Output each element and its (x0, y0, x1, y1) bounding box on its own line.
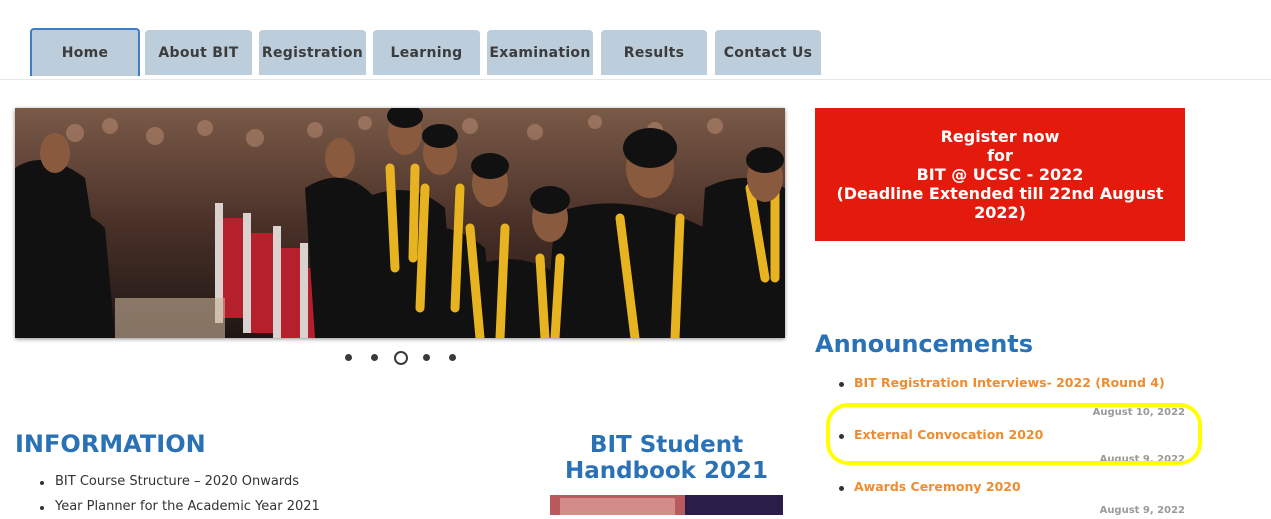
information-heading: INFORMATION (15, 430, 206, 458)
announcements-heading: Announcements (815, 330, 1034, 358)
bullet-icon (40, 506, 44, 510)
bullet-icon (40, 481, 44, 485)
tab-about-bit[interactable]: About BIT (145, 30, 252, 75)
handbook-cover-image[interactable] (550, 495, 783, 515)
register-line-2: for (987, 146, 1013, 165)
handbook-cover-graphic (550, 495, 783, 515)
hero-slider[interactable] (15, 108, 785, 338)
slider-dot-4[interactable] (423, 354, 430, 361)
announcement-link[interactable]: BIT Registration Interviews- 2022 (Round… (854, 375, 1165, 390)
tab-registration[interactable]: Registration (259, 30, 366, 75)
handbook-title-line-1: BIT Student (589, 432, 744, 458)
tab-results[interactable]: Results (601, 30, 707, 75)
handbook-heading: BIT Student Handbook 2021 (550, 432, 783, 484)
register-line-3: BIT @ UCSC - 2022 (916, 165, 1084, 184)
tab-contact-us[interactable]: Contact Us (715, 30, 821, 75)
slider-dot-3[interactable] (394, 351, 408, 365)
graduation-photo (15, 108, 785, 338)
tab-home[interactable]: Home (30, 28, 140, 76)
slider-dot-1[interactable] (345, 354, 352, 361)
tab-examination[interactable]: Examination (487, 30, 593, 75)
information-link[interactable]: Year Planner for the Academic Year 2021 (55, 499, 320, 514)
announcement-date: August 9, 2022 (1099, 505, 1185, 516)
slider-dot-5[interactable] (449, 354, 456, 361)
bullet-icon (839, 486, 844, 491)
information-link[interactable]: BIT Course Structure – 2020 Onwards (55, 474, 299, 489)
register-line-5: 2022) (974, 203, 1026, 222)
announcement-link[interactable]: Awards Ceremony 2020 (854, 479, 1021, 494)
slider-dot-2[interactable] (371, 354, 378, 361)
highlight-marker (826, 403, 1202, 465)
register-line-4: (Deadline Extended till 22nd August (836, 184, 1164, 203)
handbook-title-line-2: Handbook 2021 (565, 458, 768, 484)
tab-learning[interactable]: Learning (373, 30, 480, 75)
bullet-icon (839, 382, 844, 387)
register-now-banner[interactable]: Register now for BIT @ UCSC - 2022 (Dead… (815, 108, 1185, 241)
slider-dots (338, 350, 468, 366)
main-nav: Home About BIT Registration Learning Exa… (0, 0, 1271, 80)
register-line-1: Register now (940, 127, 1060, 146)
